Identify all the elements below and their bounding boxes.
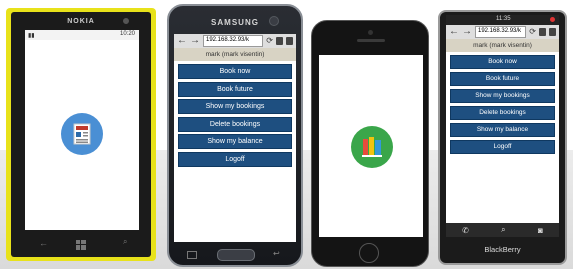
bb-status-bar: 11:35 — [446, 15, 559, 25]
book-future-button[interactable]: Book future — [178, 81, 292, 97]
home-button[interactable] — [217, 249, 255, 261]
front-camera — [368, 30, 373, 35]
book-future-button[interactable]: Book future — [450, 72, 555, 86]
signal-icon: ▮▮ — [28, 33, 35, 39]
refresh-icon[interactable]: ⟳ — [529, 27, 536, 37]
show-my-bookings-button[interactable]: Show my bookings — [178, 99, 292, 114]
book-now-button[interactable]: Book now — [450, 55, 555, 69]
forward-arrow-icon[interactable]: → — [462, 27, 472, 37]
delete-bookings-button[interactable]: Delete bookings — [178, 116, 292, 132]
recent-apps-icon[interactable] — [187, 251, 197, 259]
user-label: mark (mark visentin) — [174, 48, 296, 61]
phone-icon[interactable]: ✆ — [462, 226, 469, 235]
back-arrow-icon[interactable]: ← — [177, 36, 187, 46]
logoff-button[interactable]: Logoff — [178, 151, 292, 167]
url-field[interactable]: 192.168.32.93/k — [475, 26, 527, 38]
browser-toolbar: ← → 192.168.32.93/k ⟳ — [446, 25, 559, 39]
status-time: 10:20 — [119, 31, 135, 37]
back-arrow-icon[interactable]: ← — [449, 27, 459, 37]
iphone-phone — [311, 20, 429, 267]
menu-list: Book now Book future Show my bookings De… — [174, 61, 296, 167]
logoff-button[interactable]: Logoff — [450, 140, 555, 154]
show-my-balance-button[interactable]: Show my balance — [178, 134, 292, 149]
newspaper-icon[interactable] — [61, 113, 103, 155]
search-icon[interactable]: ⌕ — [123, 237, 127, 247]
delete-bookings-button[interactable]: Delete bookings — [450, 106, 555, 120]
status-time: 11:35 — [496, 16, 511, 22]
iphone-screen — [319, 55, 423, 237]
forward-arrow-icon[interactable]: → — [190, 36, 200, 46]
earpiece — [357, 39, 385, 42]
book-now-button[interactable]: Book now — [178, 64, 292, 79]
show-my-balance-button[interactable]: Show my balance — [450, 123, 555, 137]
search-icon[interactable]: ⌕ — [501, 225, 505, 235]
samsung-screen: ← → 192.168.32.93/k ⟳ mark (mark visenti… — [174, 34, 296, 242]
bookmark-icon[interactable] — [549, 28, 556, 36]
camera-icon[interactable]: ◙ — [538, 226, 543, 235]
notification-dot-icon — [550, 17, 555, 22]
samsung-phone: SAMSUNG ← → 192.168.32.93/k ⟳ mark (mark… — [167, 4, 303, 267]
tabs-icon[interactable] — [276, 37, 283, 45]
user-label: mark (mark visentin) — [446, 39, 559, 52]
samsung-brand: SAMSUNG — [211, 18, 259, 27]
back-key-icon[interactable]: ↩ — [273, 249, 280, 258]
windows-logo-icon[interactable] — [76, 237, 86, 250]
blackberry-screen: 11:35 ← → 192.168.32.93/k ⟳ mark (mark v… — [446, 15, 559, 237]
tabs-icon[interactable] — [539, 28, 546, 36]
nokia-brand: NOKIA — [67, 18, 95, 25]
nokia-phone: NOKIA ▮▮ 10:20 ← ⌕ — [6, 8, 156, 261]
bookmark-icon[interactable] — [286, 37, 293, 45]
blackberry-brand: BlackBerry — [484, 245, 521, 254]
bb-dock: ✆ ⌕ ◙ — [446, 223, 559, 237]
nokia-status-bar: ▮▮ 10:20 — [25, 30, 139, 40]
books-icon[interactable] — [351, 126, 393, 168]
blackberry-phone: 11:35 ← → 192.168.32.93/k ⟳ mark (mark v… — [438, 10, 567, 265]
url-field[interactable]: 192.168.32.93/k — [203, 35, 264, 47]
refresh-icon[interactable]: ⟳ — [266, 36, 273, 46]
show-my-bookings-button[interactable]: Show my bookings — [450, 89, 555, 103]
iphone-home-button[interactable] — [359, 243, 379, 263]
browser-toolbar: ← → 192.168.32.93/k ⟳ — [174, 34, 296, 48]
nokia-screen: ▮▮ 10:20 — [25, 30, 139, 230]
menu-list: Book now Book future Show my bookings De… — [446, 52, 559, 154]
back-arrow-icon[interactable]: ← — [39, 238, 48, 248]
